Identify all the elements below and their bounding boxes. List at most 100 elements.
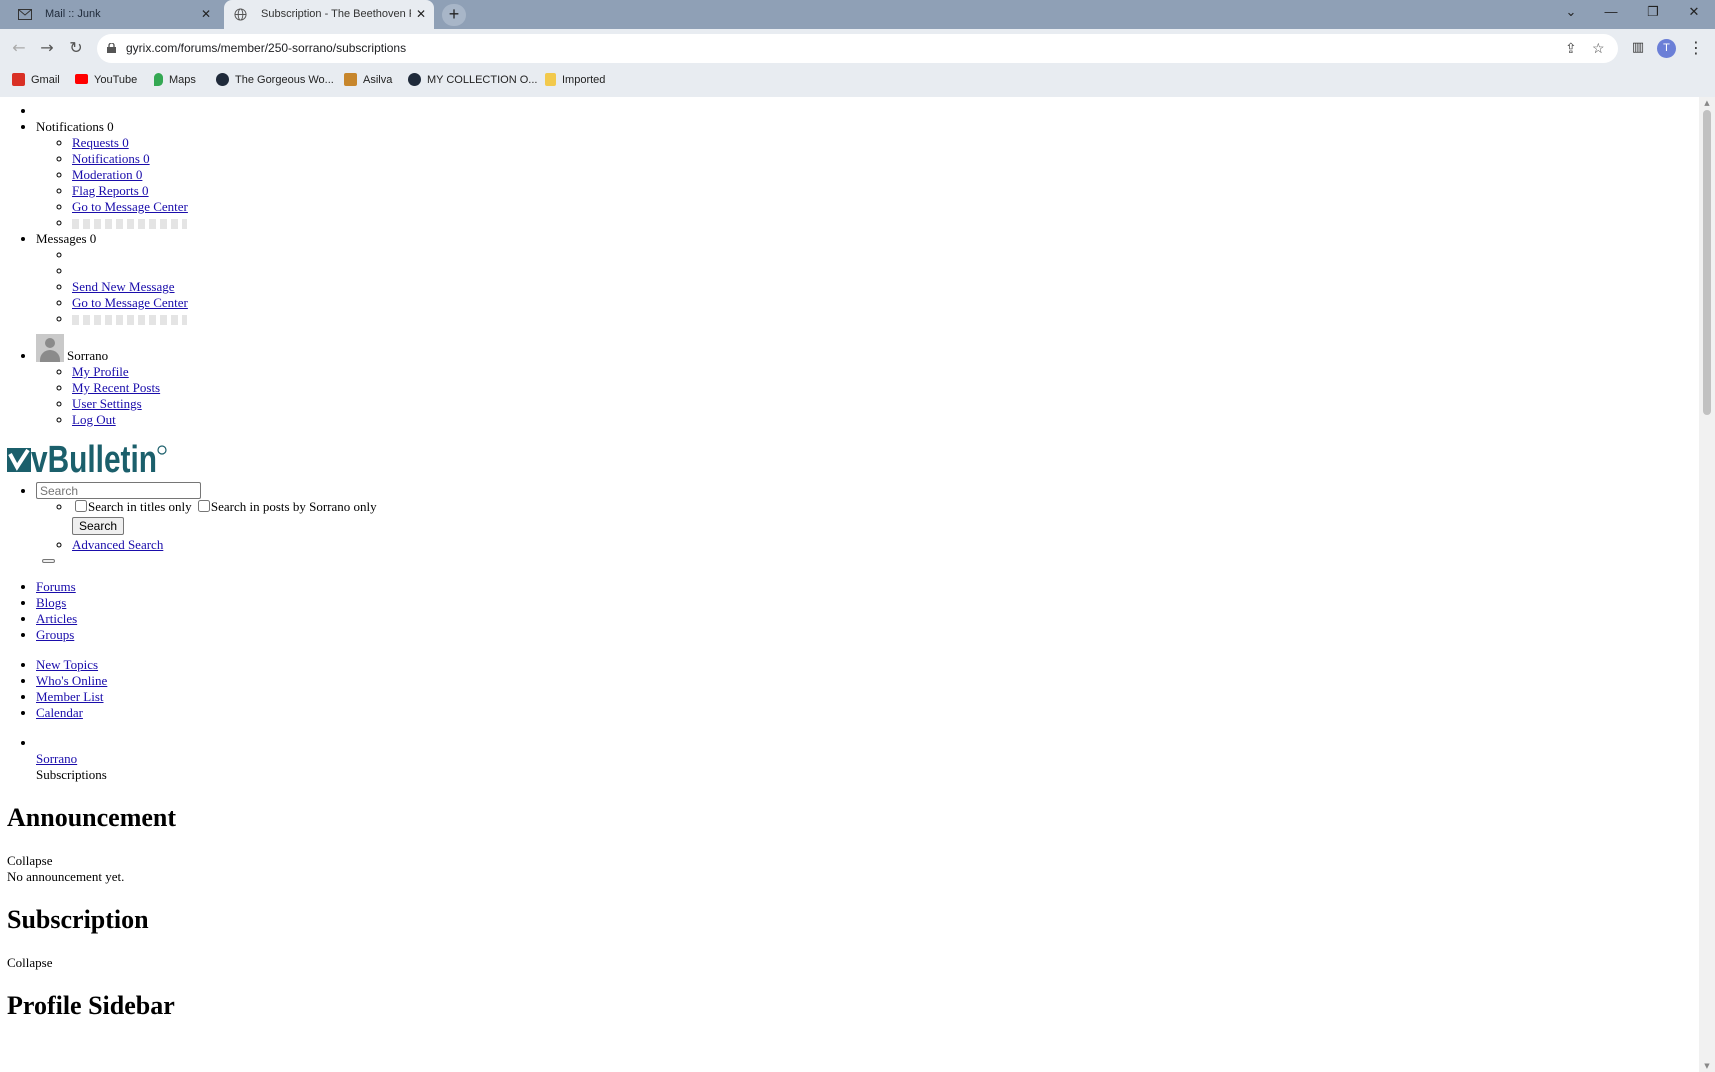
loading-placeholder — [72, 219, 187, 230]
bookmark-gmail[interactable]: Gmail — [12, 68, 60, 97]
messages-label[interactable]: Messages 0 — [36, 231, 96, 246]
back-button[interactable]: ← — [6, 35, 32, 61]
new-tab-button[interactable]: + — [442, 4, 466, 26]
nav-new-topics[interactable]: New Topics — [36, 657, 98, 672]
tab-subscription[interactable]: Subscription - The Beethoven Re ✕ — [224, 0, 434, 29]
star-icon[interactable]: ☆ — [1592, 34, 1605, 63]
vertical-scrollbar[interactable]: ▲ ▼ — [1699, 97, 1715, 1072]
forward-button[interactable]: → — [34, 35, 60, 61]
scroll-thumb[interactable] — [1703, 110, 1711, 415]
globe-icon — [234, 8, 247, 21]
asilva-icon — [344, 73, 357, 86]
avatar — [36, 334, 64, 362]
bookmark-youtube[interactable]: YouTube — [75, 68, 137, 97]
announcement-collapse[interactable]: Collapse — [7, 853, 1699, 869]
search-button[interactable]: Search — [72, 517, 125, 535]
bookmark-imported[interactable]: Imported — [545, 68, 605, 97]
posts-by-user-label: Search in posts by Sorrano only — [210, 499, 377, 514]
advanced-search-link[interactable]: Advanced Search — [72, 537, 163, 552]
sub-nav: New Topics Who's Online Member List Cale… — [0, 657, 1699, 721]
titles-only-label: Search in titles only — [88, 499, 192, 514]
breadcrumb-home[interactable] — [36, 735, 1699, 751]
subscription-collapse[interactable]: Collapse — [7, 955, 1699, 971]
lock-icon — [107, 43, 116, 53]
youtube-icon — [75, 74, 88, 84]
scroll-down-icon[interactable]: ▼ — [1699, 1060, 1715, 1072]
profile-avatar[interactable]: T — [1657, 39, 1676, 58]
announcement-text: No announcement yet. — [7, 869, 125, 884]
titles-only-checkbox[interactable] — [75, 500, 87, 512]
nav-whos-online[interactable]: Who's Online — [36, 673, 107, 688]
notifications-menu[interactable]: Notifications 0 Requests 0 Notifications… — [36, 119, 1699, 231]
loading-placeholder — [72, 315, 187, 326]
breadcrumb-current: Subscriptions — [36, 767, 107, 782]
browser-toolbar: ← → ↻ gyrix.com/forums/member/250-sorran… — [0, 29, 1715, 68]
nav-blogs[interactable]: Blogs — [36, 595, 66, 610]
messages-menu[interactable]: Messages 0 Send New Message Go to Messag… — [36, 231, 1699, 327]
announcement-heading: Announcement — [7, 803, 177, 832]
tab-strip: Mail :: Junk ✕ Subscription - The Beetho… — [0, 0, 1715, 29]
message-center-link[interactable]: Go to Message Center — [72, 199, 188, 214]
my-profile-link[interactable]: My Profile — [72, 364, 129, 379]
flag-reports-link[interactable]: Flag Reports 0 — [72, 183, 149, 198]
scroll-up-icon[interactable]: ▲ — [1699, 97, 1715, 109]
empty-bullet — [36, 103, 1699, 119]
tab-search-icon[interactable]: ⌄ — [1552, 0, 1590, 26]
tab-mail[interactable]: Mail :: Junk ✕ — [8, 0, 219, 29]
menu-toggle-button[interactable] — [42, 559, 55, 563]
nav-forums[interactable]: Forums — [36, 579, 76, 594]
share-icon[interactable]: ⇪ — [1565, 34, 1577, 63]
tumblr-icon — [408, 73, 421, 86]
page-viewport: Notifications 0 Requests 0 Notifications… — [0, 97, 1699, 1072]
bookmark-collection[interactable]: MY COLLECTION O... — [408, 68, 537, 97]
user-menu[interactable]: Sorrano My Profile My Recent Posts User … — [36, 334, 1699, 428]
username[interactable]: Sorrano — [67, 348, 108, 363]
nav-member-list[interactable]: Member List — [36, 689, 104, 704]
nav-groups[interactable]: Groups — [36, 627, 74, 642]
logo-text: vBulletin — [31, 439, 157, 476]
folder-icon — [545, 73, 556, 86]
search-input[interactable] — [36, 482, 201, 499]
user-toolbar: Notifications 0 Requests 0 Notifications… — [0, 103, 1699, 428]
profile-sidebar-heading: Profile Sidebar — [7, 991, 175, 1020]
main-nav: Forums Blogs Articles Groups — [0, 579, 1699, 643]
user-settings-link[interactable]: User Settings — [72, 396, 142, 411]
empty-item — [72, 247, 1699, 263]
gmail-icon — [12, 73, 25, 86]
page-content: Notifications 0 Requests 0 Notifications… — [0, 103, 1699, 1041]
side-panel-icon[interactable]: ▥ — [1625, 35, 1651, 61]
log-out-link[interactable]: Log Out — [72, 412, 116, 427]
breadcrumb-user-link[interactable]: Sorrano — [36, 751, 77, 766]
nav-calendar[interactable]: Calendar — [36, 705, 83, 720]
nav-articles[interactable]: Articles — [36, 611, 77, 626]
empty-item — [72, 263, 1699, 279]
send-new-message-link[interactable]: Send New Message — [72, 279, 175, 294]
search-area: Search in titles only Search in posts by… — [0, 480, 1699, 553]
address-bar[interactable]: gyrix.com/forums/member/250-sorrano/subs… — [97, 34, 1618, 63]
message-center-link[interactable]: Go to Message Center — [72, 295, 188, 310]
bookmark-gorgeous[interactable]: The Gorgeous Wo... — [216, 68, 334, 97]
bookmark-asilva[interactable]: Asilva — [344, 68, 392, 97]
reload-button[interactable]: ↻ — [63, 35, 89, 61]
close-window-button[interactable]: ✕ — [1675, 0, 1713, 26]
menu-icon[interactable]: ⋮ — [1683, 35, 1709, 61]
notifications-label[interactable]: Notifications 0 — [36, 119, 114, 134]
tumblr-icon — [216, 73, 229, 86]
close-icon[interactable]: ✕ — [201, 0, 211, 29]
restore-button[interactable]: ❐ — [1634, 0, 1672, 26]
posts-by-user-checkbox[interactable] — [197, 500, 210, 512]
bookmarks-bar: Gmail YouTube Maps The Gorgeous Wo... As… — [0, 68, 1715, 98]
notifications-link[interactable]: Notifications 0 — [72, 151, 150, 166]
minimize-button[interactable]: — — [1592, 0, 1630, 26]
tab-label: Mail :: Junk — [45, 8, 101, 20]
bookmark-maps[interactable]: Maps — [154, 68, 196, 97]
requests-link[interactable]: Requests 0 — [72, 135, 129, 150]
my-recent-posts-link[interactable]: My Recent Posts — [72, 380, 160, 395]
moderation-link[interactable]: Moderation 0 — [72, 167, 142, 182]
url-text: gyrix.com/forums/member/250-sorrano/subs… — [126, 41, 407, 55]
mail-icon — [18, 9, 32, 20]
subscription-heading: Subscription — [7, 905, 149, 934]
close-icon[interactable]: ✕ — [416, 0, 426, 29]
breadcrumb: Sorrano Subscriptions — [0, 735, 1699, 783]
vbulletin-logo[interactable]: vBulletin — [7, 436, 167, 481]
